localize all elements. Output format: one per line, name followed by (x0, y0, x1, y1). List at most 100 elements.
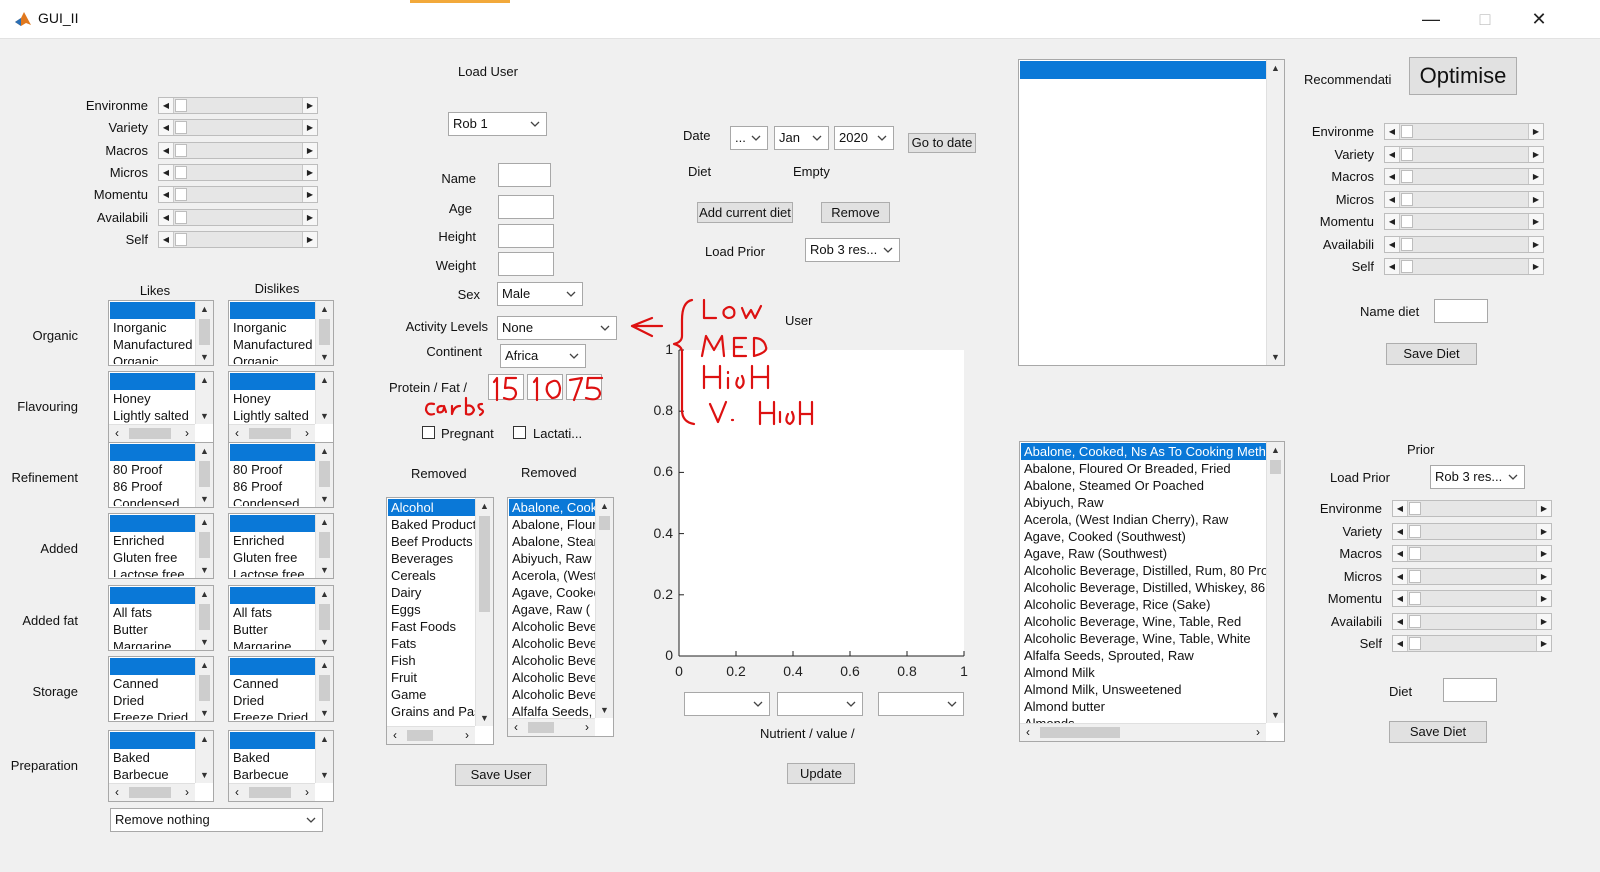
name-field[interactable] (498, 163, 551, 187)
height-field[interactable] (498, 224, 554, 248)
arrow-right-icon[interactable]: ▶ (1536, 523, 1551, 539)
remove-diet-button[interactable]: Remove (821, 202, 890, 223)
arrow-left-icon[interactable]: ◀ (159, 142, 174, 158)
slider-thumb[interactable] (1401, 192, 1413, 206)
arrow-down-icon[interactable]: ▼ (316, 491, 333, 507)
arrow-up-icon[interactable]: ▲ (196, 372, 213, 388)
weight-slider[interactable]: ◀ ▶ (1392, 545, 1552, 562)
food-database-list[interactable]: Abalone, Cooked, Ns As To Cooking Method… (1019, 441, 1285, 742)
slider-thumb[interactable] (1401, 237, 1413, 251)
arrow-down-icon[interactable]: ▼ (1267, 707, 1284, 723)
arrow-left-icon[interactable]: ◀ (159, 120, 174, 136)
diet-items-list[interactable]: ▲ ▼ (1018, 59, 1285, 366)
arrow-left-icon[interactable]: ◀ (1393, 523, 1408, 539)
arrow-down-icon[interactable]: ▼ (196, 705, 213, 721)
list-item[interactable]: Dried (110, 692, 195, 709)
dislikes-list[interactable]: All fats Butter Margarine ▲ ▼ (228, 585, 334, 651)
arrow-up-icon[interactable]: ▲ (196, 301, 213, 317)
weight-slider[interactable]: ◀ ▶ (1392, 635, 1552, 652)
arrow-right-icon[interactable]: › (579, 719, 595, 736)
arrow-left-icon[interactable]: ◀ (1385, 169, 1400, 184)
slider-thumb[interactable] (1401, 260, 1413, 273)
list-item[interactable]: Butter (230, 621, 315, 638)
arrow-down-icon[interactable]: ▼ (196, 408, 213, 424)
list-item[interactable]: Freeze Dried (110, 709, 195, 720)
list-item[interactable]: Alcoholic Beverage (509, 686, 595, 703)
arrow-left-icon[interactable]: ‹ (1020, 724, 1036, 741)
weight-slider[interactable]: ◀ ▶ (1384, 213, 1544, 230)
list-item[interactable]: Agave, Raw ( (509, 601, 595, 618)
list-item[interactable] (110, 444, 195, 461)
list-item[interactable]: Fruit (388, 669, 475, 686)
arrow-left-icon[interactable]: ◀ (1393, 591, 1408, 606)
weight-slider[interactable]: ◀ ▶ (1384, 168, 1544, 185)
list-item[interactable]: Agave, Cooked (509, 584, 595, 601)
list-item[interactable]: Margarine (230, 638, 315, 649)
arrow-left-icon[interactable]: ‹ (387, 727, 403, 744)
list-item[interactable]: Barbecue (110, 766, 195, 783)
list-item[interactable]: Alcoholic Beverage (509, 652, 595, 669)
list-item[interactable] (230, 732, 315, 749)
removed-categories-list[interactable]: Alcohol Baked Products Beef Products Bevera… (386, 497, 494, 745)
arrow-right-icon[interactable]: ▶ (302, 120, 317, 136)
arrow-left-icon[interactable]: ◀ (159, 231, 174, 247)
arrow-right-icon[interactable]: ▶ (1528, 191, 1543, 207)
list-item[interactable] (230, 658, 315, 675)
arrow-up-icon[interactable]: ▲ (316, 586, 333, 602)
day-select[interactable]: ... (730, 126, 768, 150)
weight-slider[interactable]: ◀ ▶ (1392, 590, 1552, 607)
list-item[interactable]: Alcoholic Beverage (509, 635, 595, 652)
weight-slider[interactable]: ◀ ▶ (158, 97, 318, 114)
list-item[interactable]: Lactose free (230, 566, 315, 577)
list-item[interactable] (230, 587, 315, 604)
list-item[interactable]: Abalone, Floured Or Breaded, Fried (1021, 460, 1266, 477)
arrow-left-icon[interactable]: ◀ (159, 209, 174, 225)
list-item[interactable]: Baked (230, 749, 315, 766)
removed-foods-list[interactable]: Abalone, CookedAbalone, FlouredAbalone, … (507, 497, 614, 737)
list-item[interactable]: Alcoholic Beverage (509, 669, 595, 686)
dislikes-list[interactable]: Baked Barbecue ▲ ▼ ‹ › (228, 730, 334, 802)
arrow-up-icon[interactable]: ▲ (196, 443, 213, 459)
list-item[interactable] (110, 587, 195, 604)
arrow-right-icon[interactable]: ▶ (1536, 501, 1551, 516)
list-item[interactable]: Canned (110, 675, 195, 692)
arrow-left-icon[interactable]: ◀ (1393, 568, 1408, 584)
likes-list[interactable]: Baked Barbecue ▲ ▼ ‹ › (108, 730, 214, 802)
arrow-up-icon[interactable]: ▲ (1267, 60, 1284, 76)
arrow-left-icon[interactable]: ◀ (1393, 546, 1408, 561)
arrow-down-icon[interactable]: ▼ (316, 562, 333, 578)
arrow-up-icon[interactable]: ▲ (196, 514, 213, 530)
nutrient-select[interactable] (684, 692, 770, 716)
arrow-right-icon[interactable]: ▶ (302, 142, 317, 158)
arrow-down-icon[interactable]: ▼ (196, 562, 213, 578)
list-item[interactable]: Organic (230, 353, 315, 364)
list-item[interactable]: Fast Foods (388, 618, 475, 635)
arrow-down-icon[interactable]: ▼ (316, 349, 333, 365)
arrow-down-icon[interactable]: ▼ (196, 634, 213, 650)
slider-thumb[interactable] (1409, 502, 1421, 515)
dislikes-list[interactable]: Inorganic Manufactured Organic ▲ ▼ (228, 300, 334, 366)
dislikes-list[interactable]: 80 Proof 86 Proof Condensed ▲ ▼ (228, 442, 334, 508)
load-prior-select[interactable]: Rob 3 res... (805, 238, 900, 262)
arrow-right-icon[interactable]: ▶ (302, 209, 317, 225)
list-item[interactable]: Alcoholic Beverage (509, 618, 595, 635)
slider-thumb[interactable] (1409, 592, 1421, 605)
list-item[interactable]: Gluten free (110, 549, 195, 566)
slider-thumb[interactable] (175, 165, 187, 179)
arrow-right-icon[interactable]: ▶ (1536, 636, 1551, 651)
arrow-down-icon[interactable]: ▼ (316, 634, 333, 650)
weight-slider[interactable]: ◀ ▶ (1392, 500, 1552, 517)
save-diet-button[interactable]: Save Diet (1386, 343, 1477, 365)
prior-load-select[interactable]: Rob 3 res... (1430, 465, 1525, 489)
list-item[interactable]: Alcoholic Beverage, Distilled, Rum, 80 P… (1021, 562, 1266, 579)
arrow-left-icon[interactable]: ‹ (229, 784, 245, 801)
likes-list[interactable]: Inorganic Manufactured Organic ▲ ▼ (108, 300, 214, 366)
slider-thumb[interactable] (1401, 170, 1413, 183)
arrow-right-icon[interactable]: ▶ (302, 231, 317, 247)
weight-slider[interactable]: ◀ ▶ (158, 119, 318, 137)
arrow-left-icon[interactable]: ‹ (229, 425, 245, 442)
list-item[interactable]: Beef Products (388, 533, 475, 550)
list-item[interactable]: Enriched (110, 532, 195, 549)
arrow-down-icon[interactable]: ▼ (196, 491, 213, 507)
list-item[interactable]: Abalone, Cooked, Ns As To Cooking Method (1021, 443, 1266, 460)
